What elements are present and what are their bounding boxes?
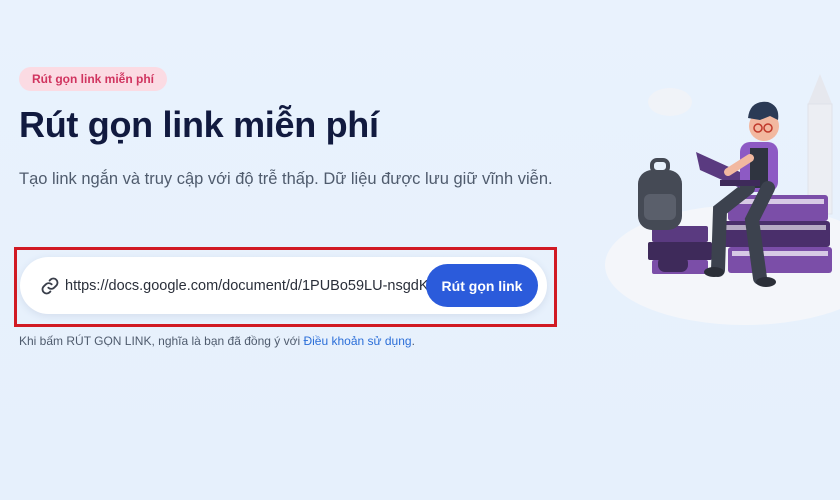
terms-notice: Khi bấm RÚT GỌN LINK, nghĩa là bạn đã đồ… <box>19 334 415 348</box>
student-illustration <box>605 74 840 325</box>
page-subtitle: Tạo link ngắn và truy cập với độ trễ thấ… <box>19 170 553 188</box>
terms-text: Khi bấm RÚT GỌN LINK, nghĩa là bạn đã đồ… <box>19 334 301 348</box>
terms-link[interactable]: Điều khoản sử dụng <box>303 334 411 348</box>
url-shortener-bar: Rút gọn link <box>20 257 547 314</box>
hero-badge: Rút gọn link miễn phí <box>19 67 167 91</box>
terms-suffix: . <box>411 334 415 348</box>
shorten-link-button[interactable]: Rút gọn link <box>426 264 538 307</box>
page-title: Rút gọn link miễn phí <box>19 104 379 145</box>
link-icon <box>40 276 60 296</box>
url-input[interactable] <box>65 273 445 299</box>
